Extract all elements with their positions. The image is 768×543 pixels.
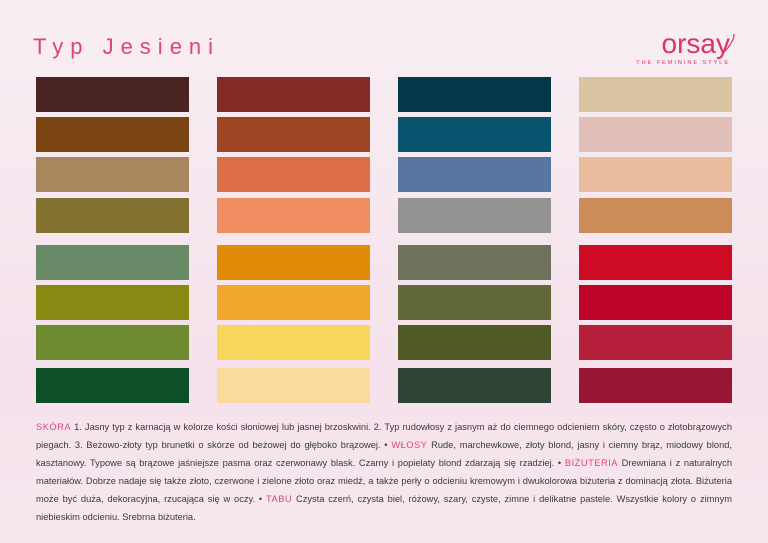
color-swatch bbox=[579, 368, 732, 403]
brand-name: orsay bbox=[661, 28, 730, 59]
color-swatch bbox=[217, 157, 370, 192]
brand-tagline: THE FEMININE STYLE bbox=[636, 60, 730, 66]
color-swatch bbox=[36, 117, 189, 152]
color-swatch bbox=[579, 77, 732, 112]
color-swatch bbox=[36, 245, 189, 280]
color-swatch bbox=[398, 285, 551, 320]
color-swatch bbox=[579, 325, 732, 360]
color-swatch bbox=[398, 325, 551, 360]
jewelry-label: BIŻUTERIA bbox=[564, 458, 618, 468]
taboo-label: TABU bbox=[266, 494, 293, 504]
color-swatch bbox=[398, 157, 551, 192]
color-swatch bbox=[36, 77, 189, 112]
page-title: Typ Jesieni bbox=[33, 34, 221, 59]
color-swatch bbox=[36, 325, 189, 360]
color-swatch bbox=[579, 117, 732, 152]
color-swatch bbox=[579, 157, 732, 192]
color-swatch bbox=[217, 198, 370, 233]
color-swatch bbox=[217, 368, 370, 403]
color-swatch bbox=[398, 198, 551, 233]
color-swatch bbox=[398, 77, 551, 112]
color-swatch bbox=[398, 368, 551, 403]
color-swatch bbox=[36, 157, 189, 192]
color-swatch bbox=[217, 77, 370, 112]
color-swatch bbox=[36, 198, 189, 233]
color-swatch bbox=[36, 285, 189, 320]
color-swatch bbox=[217, 285, 370, 320]
skin-label: SKÓRA bbox=[36, 422, 72, 432]
color-swatch bbox=[36, 368, 189, 403]
orsay-logo: orsay THE FEMININE STYLE bbox=[600, 30, 740, 66]
color-swatch bbox=[579, 285, 732, 320]
color-swatch bbox=[217, 117, 370, 152]
hair-label: WŁOSY bbox=[391, 440, 428, 450]
color-swatch bbox=[217, 245, 370, 280]
color-swatch bbox=[579, 198, 732, 233]
color-swatch bbox=[217, 325, 370, 360]
description-text: SKÓRA 1. Jasny typ z karnacją w kolorze … bbox=[36, 418, 732, 526]
color-swatch bbox=[579, 245, 732, 280]
logo-swoosh-icon bbox=[723, 33, 735, 53]
color-swatch bbox=[398, 117, 551, 152]
color-swatch bbox=[398, 245, 551, 280]
